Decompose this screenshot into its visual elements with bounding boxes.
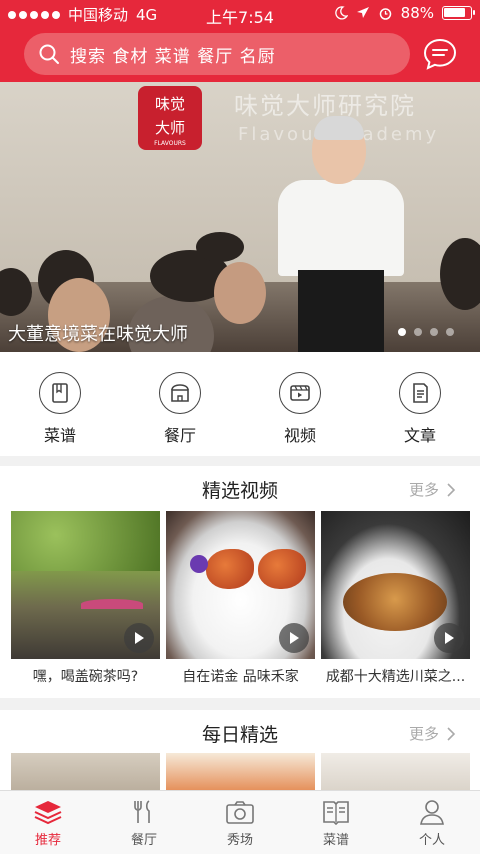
video-card-thumbnail[interactable] (321, 511, 470, 659)
more-label: 更多 (408, 725, 439, 743)
more-link[interactable]: 更多 (409, 479, 456, 500)
tab-label: 菜谱 (322, 833, 349, 848)
daily-picks-section: 每日精选 更多 (0, 710, 480, 790)
pagination-dot[interactable] (446, 328, 454, 336)
logo-text-line2: 大师 (154, 119, 185, 137)
article-icon (413, 383, 428, 403)
category-recipes[interactable]: 菜谱 (0, 352, 120, 456)
featured-videos-section: 精选视频 更多 嘿，喝盖碗茶吗? 自在诺金 品味禾家 成都十大精选川菜之... (0, 466, 480, 698)
daily-pick-thumbnail[interactable] (166, 753, 315, 790)
play-icon[interactable] (124, 623, 154, 653)
brand-logo: 味觉 大师 FLAVOURS (138, 86, 202, 150)
status-bar: 中国移动 4G 上午7:54 88% (0, 0, 480, 28)
tab-label: 餐厅 (130, 833, 157, 848)
tab-recipes[interactable]: 菜谱 (288, 791, 384, 854)
camera-icon (226, 801, 254, 824)
logo-subtext: FLAVOURS (154, 140, 186, 147)
battery-percent: 88% (400, 4, 434, 22)
video-card-thumbnail[interactable] (166, 511, 315, 659)
more-link[interactable]: 更多 (409, 723, 456, 744)
search-bar[interactable]: 搜索 食材 菜谱 餐厅 名厨 (24, 33, 410, 75)
category-restaurants[interactable]: 餐厅 (120, 352, 240, 456)
tab-label: 推荐 (34, 833, 61, 848)
banner-pagination[interactable] (398, 328, 454, 336)
recipe-book-icon (323, 801, 349, 825)
fork-knife-icon (134, 800, 150, 823)
category-videos[interactable]: 视频 (240, 352, 360, 456)
hero-banner[interactable]: 味觉 大师 FLAVOURS 味觉大师研究院 Flavour Academy 大… (0, 82, 480, 352)
more-label: 更多 (408, 481, 439, 499)
chevron-right-icon (447, 726, 456, 741)
category-label: 餐厅 (163, 426, 196, 445)
layers-icon (34, 801, 62, 825)
chat-bubble-icon[interactable] (422, 36, 458, 72)
chef-figure (278, 116, 404, 352)
category-shortcuts: 菜谱 餐厅 视频 文章 (0, 352, 480, 456)
category-label: 文章 (403, 426, 436, 445)
search-placeholder: 搜索 食材 菜谱 餐厅 名厨 (70, 46, 276, 67)
video-title[interactable]: 嘿，喝盖碗茶吗? (11, 666, 160, 686)
category-articles[interactable]: 文章 (360, 352, 480, 456)
pagination-dot[interactable] (414, 328, 422, 336)
daily-pick-thumbnail[interactable] (321, 753, 470, 790)
recipe-book-icon (52, 383, 68, 403)
video-title[interactable]: 成都十大精选川菜之... (321, 666, 470, 686)
video-card-thumbnail[interactable] (11, 511, 160, 659)
play-icon[interactable] (279, 623, 309, 653)
restaurant-storefront-icon (171, 384, 189, 402)
pagination-dot[interactable] (430, 328, 438, 336)
chevron-right-icon (447, 482, 456, 497)
tab-label: 个人 (418, 833, 445, 848)
logo-text-line1: 味觉 (154, 95, 185, 113)
tab-label: 秀场 (226, 833, 253, 848)
tab-showcase[interactable]: 秀场 (192, 791, 288, 854)
video-icon (290, 385, 310, 401)
tab-profile[interactable]: 个人 (384, 791, 480, 854)
wall-sign-title: 味觉大师研究院 (234, 92, 416, 120)
search-icon (39, 44, 59, 64)
alarm-clock-icon (379, 7, 391, 20)
top-bar: 中国移动 4G 上午7:54 88% 搜索 食材 菜谱 餐厅 名厨 (0, 0, 480, 82)
battery-icon (442, 6, 475, 20)
category-label: 菜谱 (43, 426, 76, 445)
pagination-dot[interactable] (398, 328, 406, 336)
tab-recommend[interactable]: 推荐 (0, 791, 96, 854)
battery-level (444, 8, 466, 17)
play-icon[interactable] (434, 623, 464, 653)
bottom-tab-bar: 推荐 餐厅 秀场 菜谱 个人 (0, 790, 480, 854)
person-icon (420, 800, 444, 825)
category-label: 视频 (283, 426, 316, 445)
video-title[interactable]: 自在诺金 品味禾家 (166, 666, 315, 686)
tab-restaurants[interactable]: 餐厅 (96, 791, 192, 854)
moon-icon (334, 6, 348, 20)
banner-caption: 大董意境菜在味觉大师 (8, 324, 188, 345)
location-arrow-icon (356, 7, 369, 18)
daily-pick-thumbnail[interactable] (11, 753, 160, 790)
